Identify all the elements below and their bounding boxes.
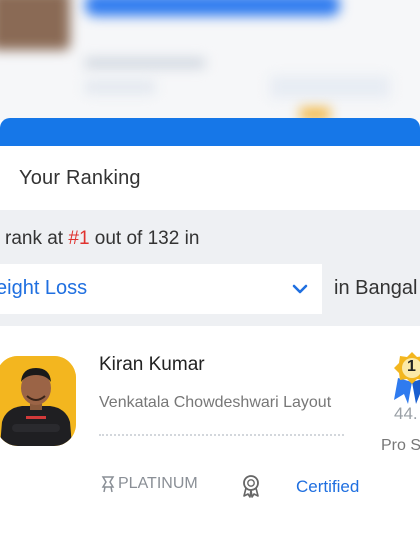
trainer-location: Venkatala Chowdeshwari Layout	[99, 394, 332, 411]
avatar-photo	[0, 356, 76, 446]
rank-summary: rank at #1 out of 132 in	[5, 228, 199, 250]
trainer-level: Pro S	[381, 437, 420, 454]
certified-link[interactable]: Certified	[296, 477, 359, 497]
badge-number: 1	[407, 358, 416, 375]
city-label[interactable]: in Bangal	[334, 277, 417, 300]
category-dropdown[interactable]: eight Loss	[0, 264, 322, 314]
tier-label: PLATINUM	[101, 475, 198, 493]
ranking-sheet: Your Ranking rank at #1 out of 132 in ei…	[0, 146, 420, 560]
rank-suffix: out of 132 in	[94, 228, 200, 249]
page-title: Your Ranking	[19, 166, 141, 189]
award-icon	[243, 475, 259, 498]
background-thumbnail	[0, 0, 70, 50]
background-line	[85, 58, 205, 68]
tier-text: PLATINUM	[118, 475, 198, 492]
background-chip	[85, 80, 155, 94]
divider	[99, 434, 344, 436]
background-app	[0, 0, 420, 120]
title-row: Your Ranking	[0, 146, 420, 210]
category-value: eight Loss	[0, 277, 88, 299]
trainer-score: 44.	[394, 404, 418, 423]
background-chip	[270, 76, 390, 98]
sheet-header-bar	[0, 118, 420, 146]
tier-icon	[101, 476, 115, 493]
rank-badge-icon: 1	[392, 350, 420, 406]
avatar[interactable]	[0, 356, 76, 446]
trainer-name[interactable]: Kiran Kumar	[99, 354, 205, 376]
rank-number: #1	[68, 228, 90, 249]
rank-prefix: rank at	[5, 228, 64, 249]
background-bar	[85, 0, 340, 16]
chevron-down-icon[interactable]	[290, 279, 310, 299]
trainer-card[interactable]: Kiran Kumar Venkatala Chowdeshwari Layou…	[0, 346, 420, 560]
